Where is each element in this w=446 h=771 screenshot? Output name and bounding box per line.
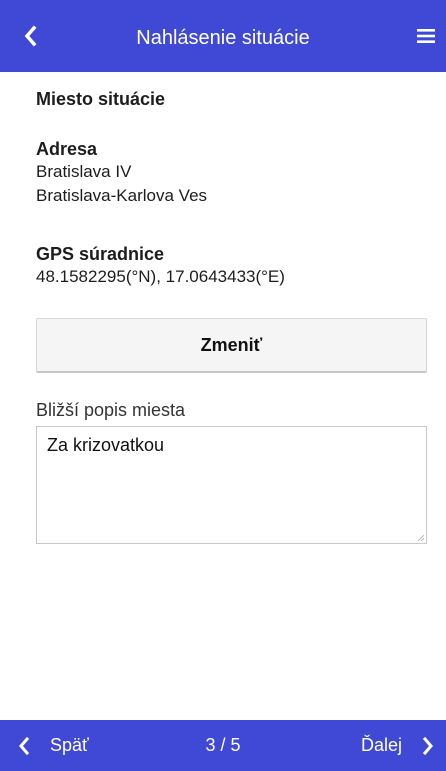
app-header: Nahlásenie situácie — [0, 0, 446, 72]
page-title: Nahlásenie situácie — [136, 27, 310, 49]
change-location-button[interactable]: Zmeniť — [36, 318, 427, 373]
back-step-label: Späť — [50, 735, 89, 755]
chevron-right-icon — [422, 736, 433, 755]
hamburger-menu-icon — [417, 29, 435, 43]
next-step-label: Ďalej — [360, 735, 402, 755]
description-text: Za krizovatkou — [47, 435, 165, 455]
screen: Nahlásenie situácie Miesto situácie Adre… — [0, 0, 446, 771]
description-textarea[interactable]: Za krizovatkou — [36, 426, 427, 544]
next-step-button[interactable]: Ďalej — [361, 720, 434, 771]
resize-grip-icon[interactable] — [418, 535, 424, 541]
menu-button[interactable] — [416, 26, 436, 46]
back-step-button[interactable]: Späť — [18, 720, 89, 771]
bottom-navigation: Späť 3 / 5 Ďalej — [0, 720, 446, 771]
section-title: Miesto situácie — [36, 89, 166, 109]
address-line-2: Bratislava-Karlova Ves — [36, 186, 208, 205]
chevron-left-icon — [24, 25, 37, 47]
gps-block: GPS súradnice 48.1582295(°N), 17.0643433… — [36, 243, 285, 289]
address-label: Adresa — [36, 139, 98, 159]
description-label: Bližší popis miesta — [36, 400, 186, 420]
back-button[interactable] — [18, 24, 42, 48]
gps-value: 48.1582295(°N), 17.0643433(°E) — [36, 267, 285, 286]
address-block: Adresa Bratislava IV Bratislava-Karlova … — [36, 138, 207, 208]
chevron-left-icon — [19, 736, 30, 755]
address-line-1: Bratislava IV — [36, 162, 132, 181]
gps-label: GPS súradnice — [36, 244, 165, 264]
